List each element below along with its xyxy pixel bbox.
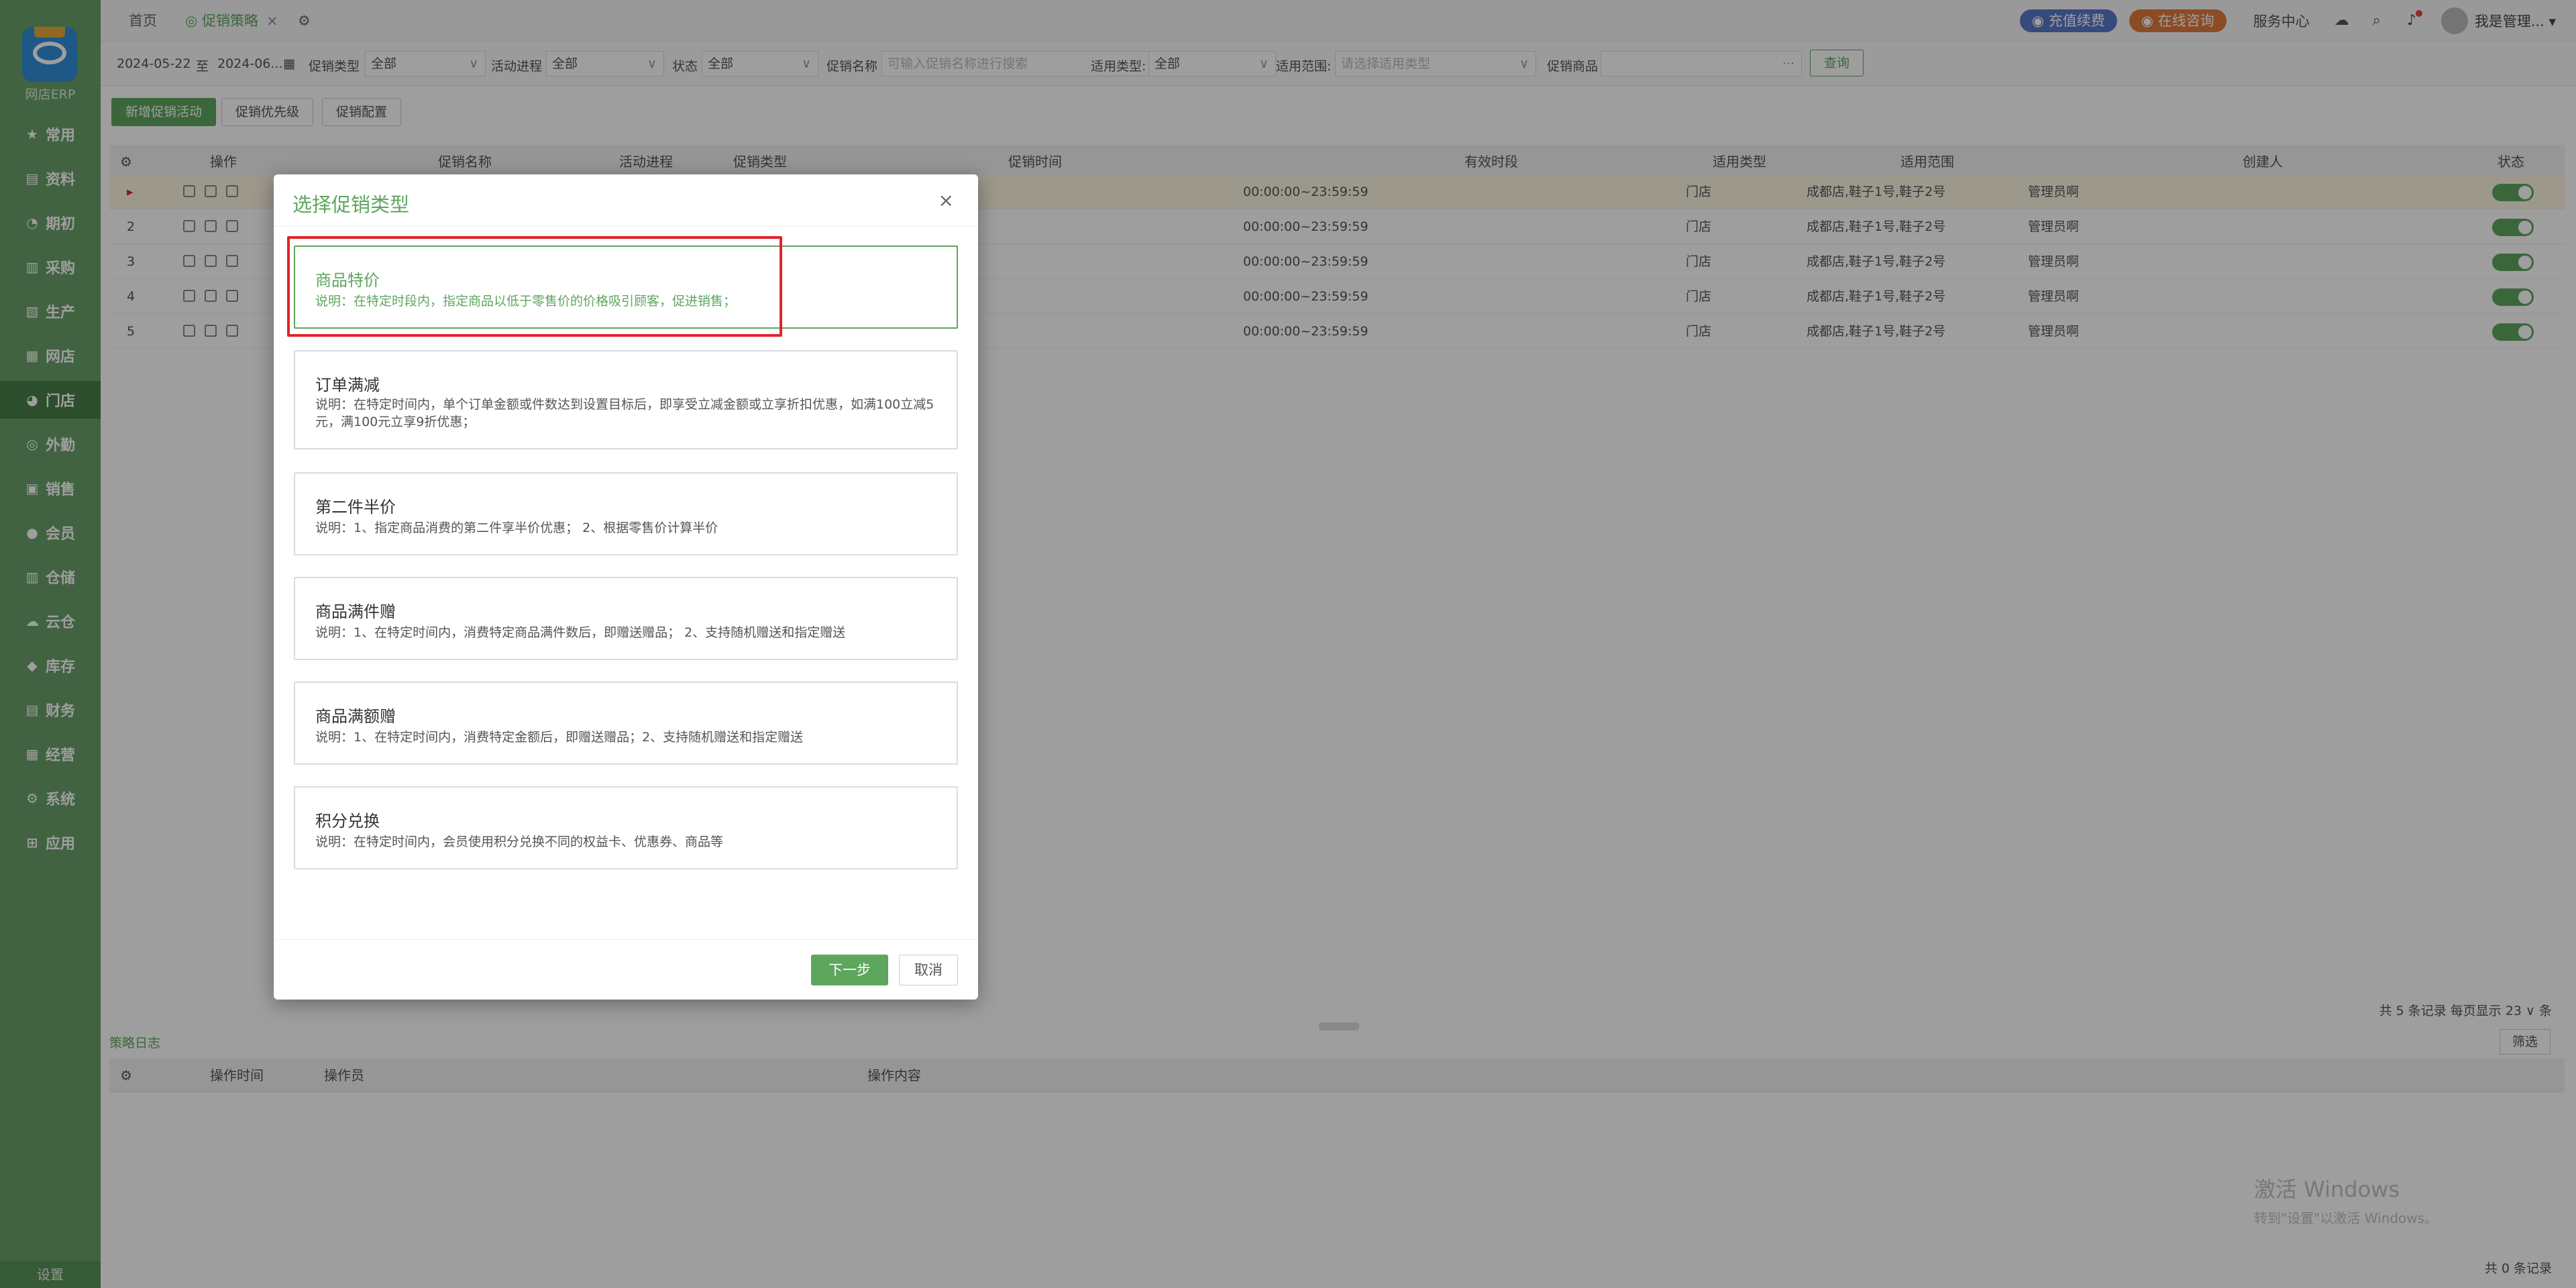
highlight-annotation: [287, 236, 782, 337]
next-step-button[interactable]: 下一步: [811, 955, 888, 985]
option-points-exchange[interactable]: 积分兑换 说明：在特定时间内，会员使用积分兑换不同的权益卡、优惠券、商品等: [294, 786, 958, 869]
option-title: 积分兑换: [315, 812, 380, 830]
option-title: 商品满件赠: [315, 602, 396, 621]
option-description: 说明：1、在特定时间内，消费特定商品满件数后，即赠送赠品； 2、支持随机赠送和指…: [315, 625, 846, 640]
dialog-header: 选择促销类型 ×: [274, 174, 978, 227]
dialog-title: 选择促销类型: [292, 193, 410, 216]
select-promotion-type-dialog: 选择促销类型 × 商品特价 说明：在特定时段内，指定商品以低于零售价的价格吸引顾…: [274, 174, 978, 1000]
option-title: 第二件半价: [315, 498, 396, 517]
close-icon[interactable]: ×: [938, 189, 954, 211]
option-title: 商品满额赠: [315, 707, 396, 726]
dialog-footer: 下一步 取消: [274, 939, 978, 1000]
option-title: 订单满减: [315, 376, 380, 394]
option-second-half-price[interactable]: 第二件半价 说明：1、指定商品消费的第二件享半价优惠； 2、根据零售价计算半价: [294, 472, 958, 555]
option-description: 说明：1、在特定时间内，消费特定金额后，即赠送赠品；2、支持随机赠送和指定赠送: [315, 730, 804, 745]
option-description: 说明：在特定时间内，单个订单金额或件数达到设置目标后，即享受立减金额或立享折扣优…: [315, 397, 934, 429]
option-description: 说明：1、指定商品消费的第二件享半价优惠； 2、根据零售价计算半价: [315, 521, 718, 535]
option-order-discount[interactable]: 订单满减 说明：在特定时间内，单个订单金额或件数达到设置目标后，即享受立减金额或…: [294, 350, 958, 449]
cancel-button[interactable]: 取消: [899, 955, 958, 985]
option-amount-gift[interactable]: 商品满额赠 说明：1、在特定时间内，消费特定金额后，即赠送赠品；2、支持随机赠送…: [294, 682, 958, 765]
option-description: 说明：在特定时间内，会员使用积分兑换不同的权益卡、优惠券、商品等: [315, 835, 724, 849]
option-quantity-gift[interactable]: 商品满件赠 说明：1、在特定时间内，消费特定商品满件数后，即赠送赠品； 2、支持…: [294, 577, 958, 660]
